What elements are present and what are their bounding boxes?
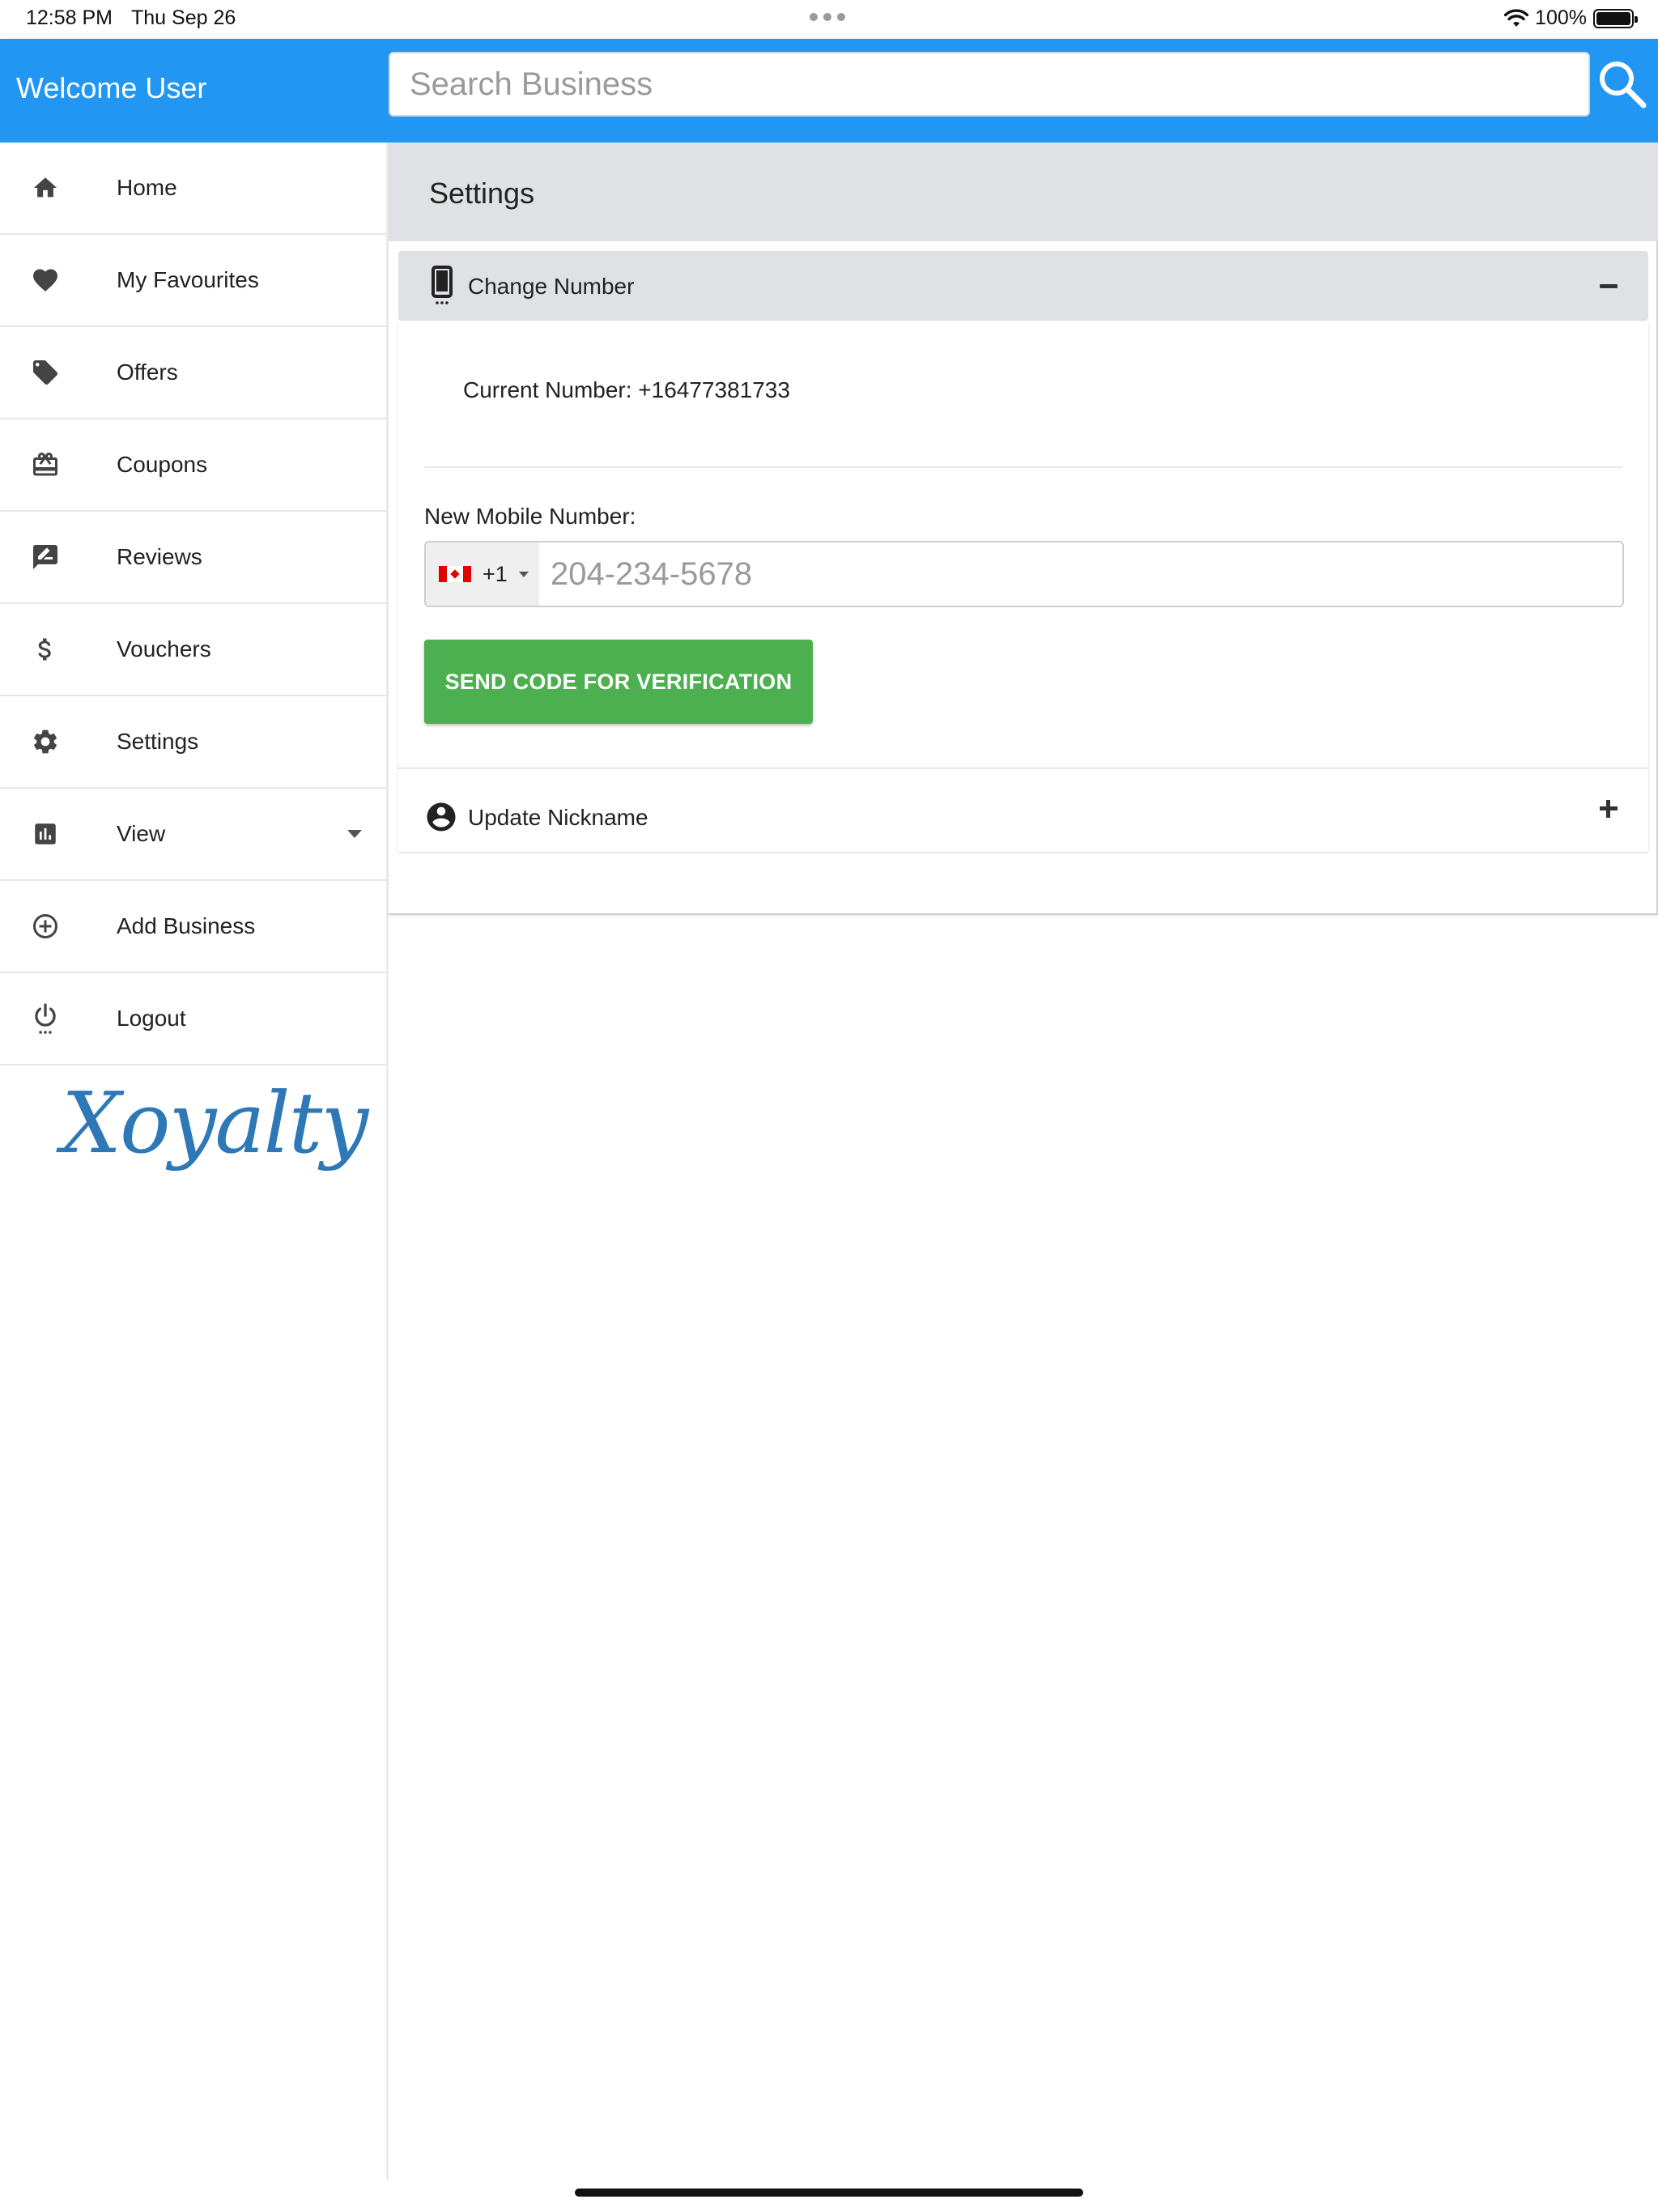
chart-icon [29, 818, 62, 850]
gift-card-icon [29, 449, 62, 481]
sidebar-item-view[interactable]: View [0, 789, 386, 881]
battery-icon [1593, 8, 1638, 28]
change-number-title: Change Number [468, 274, 635, 299]
status-time: 12:58 PM [26, 6, 113, 29]
status-bar: 12:58 PM Thu Sep 26 100% [0, 0, 1658, 39]
divider [424, 466, 1622, 468]
send-code-button[interactable]: SEND CODE FOR VERIFICATION [424, 640, 813, 724]
multitasking-dots-icon[interactable] [810, 13, 845, 21]
sidebar-item-label: Vouchers [117, 636, 211, 661]
sidebar-item-label: Offers [117, 359, 178, 385]
canada-flag-icon [439, 566, 471, 582]
page-title: Settings [429, 177, 535, 210]
sidebar-item-label: Logout [117, 1006, 186, 1031]
change-number-panel-body: Current Number: +16477381733 New Mobile … [398, 321, 1648, 768]
wifi-icon [1504, 8, 1529, 27]
search-input[interactable] [389, 52, 1590, 117]
home-indicator[interactable] [575, 2189, 1083, 2197]
sidebar-item-label: Home [117, 175, 177, 200]
chevron-down-icon[interactable] [347, 830, 362, 838]
settings-header: Settings [389, 143, 1658, 241]
gear-icon [29, 725, 62, 758]
sidebar-item-logout[interactable]: Logout [0, 973, 386, 1066]
dollar-icon [29, 633, 62, 666]
new-number-label: New Mobile Number: [424, 504, 636, 529]
sidebar-item-label: View [117, 821, 166, 846]
sidebar-item-label: Reviews [117, 544, 202, 569]
sidebar: Home My Favourites Offers Coupons Review… [0, 143, 389, 2180]
sidebar-item-label: Coupons [117, 452, 208, 477]
caret-down-icon [518, 571, 529, 577]
collapse-icon[interactable] [1600, 284, 1618, 288]
add-circle-icon [29, 910, 62, 942]
home-icon [29, 172, 62, 204]
search-icon [1600, 62, 1647, 108]
expand-icon[interactable] [1600, 800, 1618, 818]
country-code-select[interactable]: +1 [426, 542, 539, 606]
sidebar-item-favourites[interactable]: My Favourites [0, 235, 386, 327]
search-button[interactable] [1592, 52, 1653, 117]
rate-review-icon [29, 541, 62, 573]
sidebar-item-label: My Favourites [117, 267, 259, 292]
welcome-text: Welcome User [16, 71, 207, 104]
account-circle-icon [424, 800, 458, 838]
sidebar-item-home[interactable]: Home [0, 143, 386, 235]
sidebar-item-reviews[interactable]: Reviews [0, 512, 386, 604]
tag-icon [29, 356, 62, 389]
sidebar-item-settings[interactable]: Settings [0, 696, 386, 789]
sidebar-item-vouchers[interactable]: Vouchers [0, 604, 386, 696]
update-nickname-panel-header[interactable]: Update Nickname [398, 768, 1648, 852]
heart-icon [29, 264, 62, 296]
country-dial-code: +1 [483, 561, 508, 586]
sidebar-item-add-business[interactable]: Add Business [0, 881, 386, 973]
sidebar-item-label: Add Business [117, 913, 256, 938]
sidebar-item-label: Settings [117, 729, 199, 754]
sidebar-item-offers[interactable]: Offers [0, 327, 386, 419]
update-nickname-title: Update Nickname [468, 805, 648, 830]
status-indicators: 100% [1504, 6, 1638, 30]
app-header: Welcome User [0, 39, 1658, 143]
phone-field: +1 [424, 541, 1624, 607]
phone-number-input[interactable] [539, 542, 1622, 606]
status-date: Thu Sep 26 [131, 6, 236, 29]
power-icon [29, 1002, 62, 1035]
sidebar-item-coupons[interactable]: Coupons [0, 419, 386, 512]
settings-panel: Settings Change Number Current Number: +… [389, 143, 1658, 915]
brand-logo: Xoyalty [62, 1074, 368, 1172]
battery-percent: 100% [1535, 6, 1587, 29]
mobile-phone-icon [431, 266, 453, 310]
current-number: Current Number: +16477381733 [463, 377, 790, 402]
change-number-panel-header[interactable]: Change Number [398, 251, 1648, 321]
